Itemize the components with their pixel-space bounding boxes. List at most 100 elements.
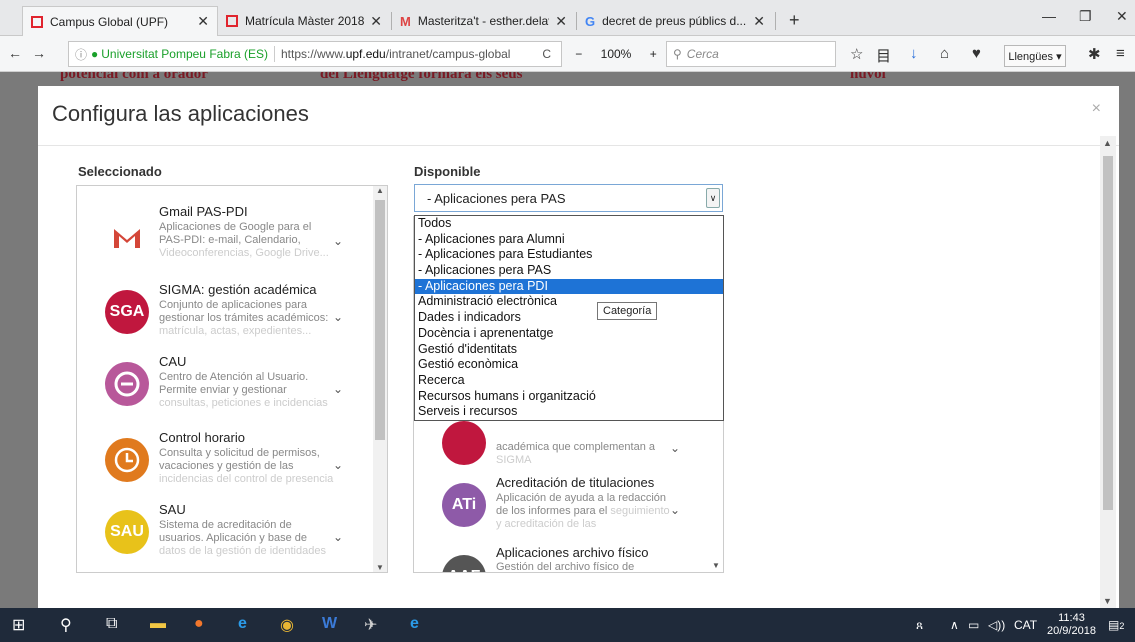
- tab-campus-global[interactable]: Campus Global (UPF) ✕: [22, 6, 218, 36]
- modal-title: Configura las aplicaciones: [52, 101, 309, 126]
- modal-scrollbar[interactable]: ▲ ▼: [1100, 136, 1116, 608]
- chevron-down-icon[interactable]: ⌄: [670, 441, 680, 455]
- dropdown-option[interactable]: Gestió econòmica: [415, 357, 723, 373]
- network-icon[interactable]: ▭: [968, 618, 979, 632]
- dropdown-option[interactable]: Recerca: [415, 373, 723, 389]
- edge-icon[interactable]: e: [238, 615, 247, 633]
- url-bar[interactable]: ⓘ ● Universitat Pompeu Fabra (ES) https:…: [68, 41, 562, 67]
- app-item[interactable]: Gmail PAS-PDI Aplicaciones de Google par…: [77, 200, 377, 280]
- search-input[interactable]: ⚲ Cerca: [666, 41, 836, 67]
- search-icon[interactable]: ⚲: [60, 615, 72, 635]
- chevron-down-icon[interactable]: ⌄: [333, 310, 343, 324]
- category-select[interactable]: - Aplicaciones pera PAS ∨: [414, 184, 723, 212]
- window-close-button[interactable]: ✕: [1116, 8, 1128, 25]
- menu-icon[interactable]: ≡: [1116, 45, 1125, 62]
- app-item[interactable]: SGA SIGMA: gestión académica Conjunto de…: [77, 278, 377, 358]
- tab-decret[interactable]: G decret de preus públics d... ✕: [577, 6, 773, 36]
- reload-icon[interactable]: C: [542, 47, 551, 61]
- close-icon[interactable]: ✕: [747, 13, 765, 30]
- forward-button[interactable]: →: [32, 45, 46, 61]
- back-button[interactable]: ←: [8, 45, 22, 61]
- ie-icon[interactable]: e: [410, 615, 419, 633]
- scroll-up-icon[interactable]: ▲: [376, 186, 384, 195]
- tab-masteritza[interactable]: M Masteritza't - esther.delav... ✕: [392, 6, 575, 36]
- zoom-out-button[interactable]: −: [575, 47, 582, 61]
- dropdown-option[interactable]: Todos: [415, 216, 723, 232]
- download-icon[interactable]: ↓: [910, 45, 918, 62]
- close-icon[interactable]: ✕: [549, 13, 567, 30]
- app-item[interactable]: SAU SAU Sistema de acreditación de usuar…: [77, 498, 377, 572]
- reading-list-icon[interactable]: 目: [876, 45, 891, 66]
- chevron-down-icon[interactable]: ⌄: [670, 503, 680, 517]
- ati-icon: ATi: [442, 483, 486, 527]
- zoom-in-button[interactable]: +: [650, 47, 657, 61]
- zoom-level[interactable]: 100%: [601, 47, 632, 61]
- background-headline: núvol: [850, 72, 886, 82]
- close-icon[interactable]: ✕: [191, 13, 209, 30]
- scroll-up-icon[interactable]: ▲: [1103, 138, 1112, 148]
- restore-button[interactable]: ❐: [1079, 8, 1092, 25]
- url-path: /intranet/campus-global: [385, 47, 511, 61]
- new-tab-button[interactable]: +: [789, 10, 800, 31]
- sigma-extra-icon: [442, 421, 486, 465]
- word-icon[interactable]: W: [322, 615, 337, 633]
- clock[interactable]: 11:43 20/9/2018: [1047, 612, 1096, 638]
- aaf-icon: AAF: [442, 555, 486, 572]
- volume-icon[interactable]: ◁)): [988, 618, 1005, 632]
- show-hidden-icons[interactable]: ∧: [950, 618, 959, 632]
- windows-start-icon[interactable]: ⊞: [12, 615, 25, 635]
- chevron-down-icon[interactable]: ⌄: [333, 458, 343, 472]
- dropdown-option[interactable]: Serveis i recursos: [415, 404, 723, 420]
- scroll-thumb[interactable]: [1103, 156, 1113, 510]
- app-icon[interactable]: ✈: [364, 615, 377, 635]
- chevron-down-icon[interactable]: ∨: [706, 188, 720, 208]
- scroll-thumb[interactable]: [375, 200, 385, 440]
- notification-icon[interactable]: ▤2: [1108, 618, 1124, 632]
- dropdown-option[interactable]: Docència i aprenentatge: [415, 326, 723, 342]
- browser-tab-bar: Campus Global (UPF) ✕ Matrícula Màster 2…: [0, 0, 1135, 36]
- app-item[interactable]: ATi Acreditación de titulaciones Aplicac…: [414, 471, 714, 551]
- extension-icon[interactable]: ✱: [1088, 45, 1101, 63]
- chevron-down-icon[interactable]: ⌄: [333, 234, 343, 248]
- people-icon[interactable]: ጸ: [916, 618, 923, 633]
- app-name: Aplicaciones archivo físico: [496, 545, 649, 560]
- app-name: Control horario: [159, 430, 245, 445]
- file-explorer-icon[interactable]: ▬: [150, 615, 166, 633]
- app-description-more: datos de la gestión de identidades: [159, 545, 326, 557]
- minimize-button[interactable]: —: [1042, 8, 1056, 24]
- language-button[interactable]: Llengües ▾: [1004, 45, 1066, 67]
- app-item[interactable]: Control horario Consulta y solicitud de …: [77, 426, 377, 506]
- gmail-icon: M: [400, 13, 411, 29]
- firefox-icon[interactable]: ●: [194, 615, 204, 633]
- dropdown-option[interactable]: Dades i indicadors: [415, 310, 723, 326]
- app-description-more: consultas, peticiones e incidencias: [159, 397, 328, 409]
- chevron-down-icon[interactable]: ⌄: [333, 530, 343, 544]
- app-description-more: Videoconferencias, Google Drive...: [159, 247, 329, 259]
- close-icon[interactable]: ×: [1092, 100, 1101, 118]
- pocket-icon[interactable]: ♥: [972, 45, 981, 62]
- info-icon[interactable]: ⓘ: [75, 46, 87, 63]
- dropdown-option[interactable]: Recursos humans i organització: [415, 389, 723, 405]
- app-description-text: Consulta y solicitud de permisos, vacaci…: [159, 447, 320, 472]
- home-icon[interactable]: ⌂: [940, 45, 949, 62]
- scroll-down-icon[interactable]: ▼: [1103, 596, 1112, 606]
- dropdown-option[interactable]: - Aplicaciones pera PAS: [415, 263, 723, 279]
- dropdown-option-highlighted[interactable]: - Aplicaciones pera PDI: [415, 278, 723, 295]
- scroll-down-icon[interactable]: ▼: [376, 563, 384, 572]
- dropdown-option[interactable]: - Aplicaciones para Alumni: [415, 232, 723, 248]
- chevron-down-icon[interactable]: ⌄: [333, 382, 343, 396]
- chrome-icon[interactable]: ◉: [280, 615, 294, 635]
- bookmark-star-icon[interactable]: ☆: [850, 45, 863, 63]
- category-dropdown: Todos - Aplicaciones para Alumni - Aplic…: [414, 215, 724, 421]
- dropdown-option[interactable]: Gestió d'identitats: [415, 342, 723, 358]
- task-view-icon[interactable]: ⧉: [106, 615, 117, 633]
- tab-matricula[interactable]: Matrícula Màster 2018-20... ✕: [218, 6, 390, 36]
- input-language[interactable]: CAT: [1014, 618, 1037, 632]
- close-icon[interactable]: ✕: [364, 13, 382, 30]
- app-item[interactable]: CAU Centro de Atención al Usuario. Permi…: [77, 350, 377, 430]
- scroll-down-icon[interactable]: ▼: [712, 561, 720, 570]
- selected-panel-scrollbar[interactable]: ▲ ▼: [373, 186, 387, 572]
- app-item[interactable]: AAF Aplicaciones archivo físico Gestión …: [414, 545, 714, 572]
- dropdown-option[interactable]: Administració electrònica: [415, 294, 723, 310]
- dropdown-option[interactable]: - Aplicaciones para Estudiantes: [415, 247, 723, 263]
